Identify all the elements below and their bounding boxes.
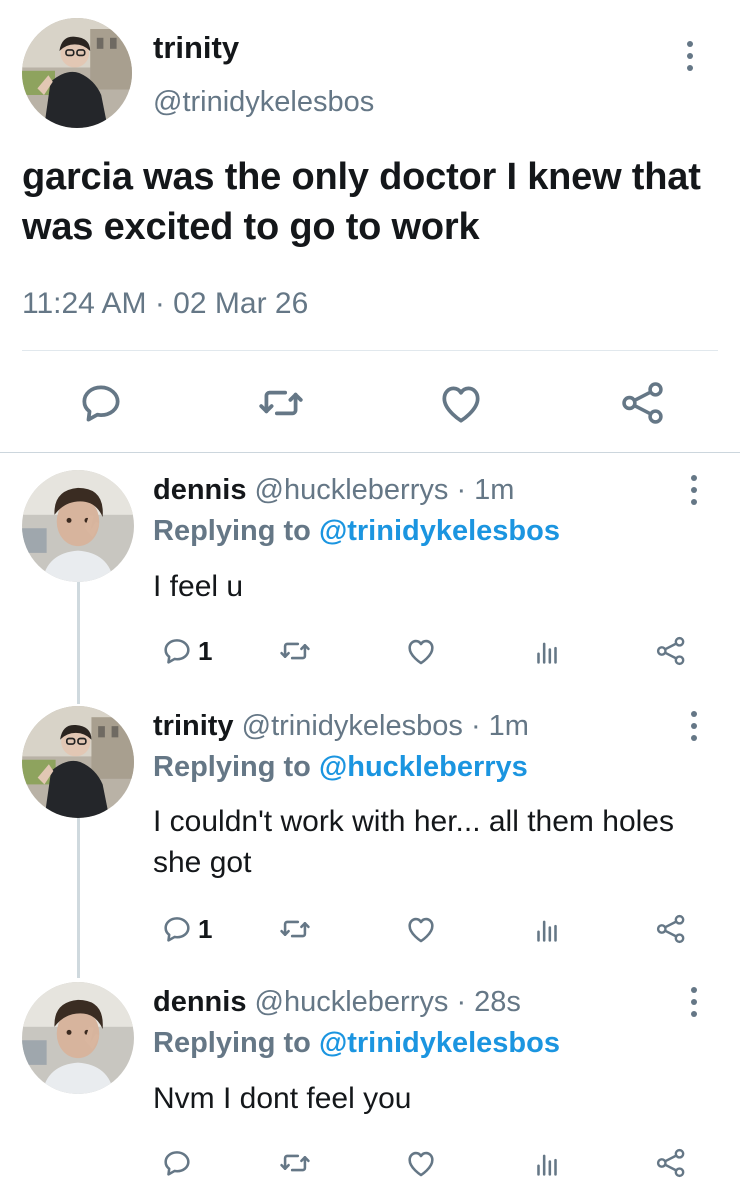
reply-author-handle[interactable]: @huckleberrys (255, 474, 449, 506)
reply-text: I feel u (153, 570, 244, 603)
reply-author-handle[interactable]: @trinidykelesbos (242, 710, 463, 742)
share-icon[interactable] (654, 634, 688, 668)
stats-icon[interactable] (530, 912, 564, 946)
reply-avatar[interactable] (22, 470, 134, 582)
share-icon[interactable] (654, 912, 688, 946)
more-options-icon[interactable] (684, 984, 704, 1020)
share-icon[interactable] (618, 378, 668, 428)
mention-link[interactable]: @trinidykelesbos (319, 1027, 560, 1059)
retweet-icon[interactable] (278, 912, 312, 946)
replying-label: Replying to (153, 751, 311, 783)
replying-to: Replying to @trinidykelesbos (153, 1025, 560, 1061)
reply-header: dennis @huckleberrys · 1m (153, 472, 514, 508)
reply-avatar[interactable] (22, 982, 134, 1094)
like-icon[interactable] (404, 1146, 438, 1180)
thread-line (77, 818, 80, 978)
more-options-icon[interactable] (680, 38, 700, 74)
more-options-icon[interactable] (684, 708, 704, 744)
retweet-icon[interactable] (256, 378, 306, 428)
like-icon[interactable] (436, 378, 486, 428)
stats-icon[interactable] (530, 1146, 564, 1180)
divider (22, 350, 718, 351)
retweet-icon[interactable] (278, 1146, 312, 1180)
reply-avatar[interactable] (22, 706, 134, 818)
replying-to: Replying to @trinidykelesbos (153, 513, 560, 549)
replying-label: Replying to (153, 515, 311, 547)
mention-link[interactable]: @trinidykelesbos (319, 515, 560, 547)
tweet-timestamp[interactable]: 11:24 AM · 02 Mar 26 (22, 286, 308, 322)
reply-button[interactable] (160, 1146, 198, 1180)
tweet-text: garcia was the only doctor I knew that w… (22, 156, 701, 248)
reply-header: trinity @trinidykelesbos · 1m (153, 708, 529, 744)
reply-button[interactable]: 1 (160, 912, 212, 946)
stats-icon[interactable] (530, 634, 564, 668)
thread-line (77, 582, 80, 704)
reply-time: · 1m (456, 474, 515, 506)
reply-header: dennis @huckleberrys · 28s (153, 984, 521, 1020)
reply-author-name[interactable]: dennis (153, 474, 246, 506)
replying-label: Replying to (153, 1027, 311, 1059)
author-name[interactable]: trinity (153, 30, 239, 66)
reply-icon[interactable] (76, 378, 126, 428)
reply-time: · 1m (470, 710, 529, 742)
retweet-icon[interactable] (278, 634, 312, 668)
replying-to: Replying to @huckleberrys (153, 749, 528, 785)
author-avatar[interactable] (22, 18, 132, 128)
reply-author-name[interactable]: dennis (153, 986, 246, 1018)
reply-count: 1 (198, 635, 213, 666)
like-icon[interactable] (404, 912, 438, 946)
author-handle[interactable]: @trinidykelesbos (153, 84, 374, 120)
more-options-icon[interactable] (684, 472, 704, 508)
reply-count: 1 (198, 913, 213, 944)
reply-text: Nvm I dont feel you (153, 1082, 412, 1115)
divider (0, 452, 740, 453)
reply-button[interactable]: 1 (160, 634, 212, 668)
reply-time: · 28s (456, 986, 521, 1018)
mention-link[interactable]: @huckleberrys (319, 751, 528, 783)
like-icon[interactable] (404, 634, 438, 668)
share-icon[interactable] (654, 1146, 688, 1180)
reply-author-name[interactable]: trinity (153, 710, 234, 742)
reply-author-handle[interactable]: @huckleberrys (255, 986, 449, 1018)
reply-text: I couldn't work with her... all them hol… (153, 805, 674, 879)
